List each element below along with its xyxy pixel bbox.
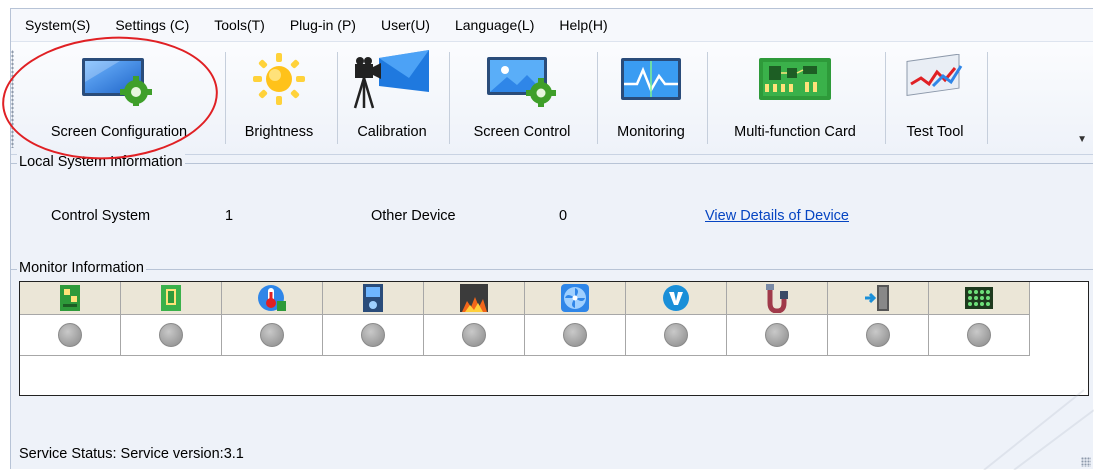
- monitor-col-header: [727, 282, 828, 314]
- menu-bar: System(S) Settings (C) Tools(T) Plug-in …: [11, 9, 1093, 42]
- status-indicator: [462, 323, 486, 347]
- toolbar-separator: [885, 52, 886, 144]
- test-tool-icon: [906, 54, 963, 97]
- monitor-col-header: [929, 282, 1030, 314]
- control-system-value: 1: [225, 208, 234, 224]
- temperature-icon: [258, 285, 286, 311]
- status-indicator: [58, 323, 82, 347]
- status-indicator: [563, 323, 587, 347]
- monitor-table: [19, 281, 1089, 396]
- monitor-status-cell: [525, 315, 626, 355]
- menu-settings[interactable]: Settings (C): [101, 9, 200, 41]
- toolbar-separator: [337, 52, 338, 144]
- monitor-status-cell: [323, 315, 424, 355]
- menu-help[interactable]: Help(H): [545, 9, 618, 41]
- monitor-status-cell: [424, 315, 525, 355]
- module-grid-icon: [965, 287, 993, 309]
- monitor-col-header: [424, 282, 525, 314]
- monitoring-button[interactable]: Monitoring: [601, 48, 701, 148]
- monitor-col-header: [626, 282, 727, 314]
- monitor-col-header: [121, 282, 222, 314]
- screen-configuration-icon: [82, 58, 152, 106]
- main-window: System(S) Settings (C) Tools(T) Plug-in …: [10, 8, 1093, 469]
- monitor-col-header: [323, 282, 424, 314]
- screen-configuration-label: Screen Configuration: [50, 124, 188, 140]
- test-tool-button[interactable]: Test Tool: [889, 48, 981, 148]
- status-indicator: [765, 323, 789, 347]
- screen-control-icon: [487, 57, 556, 107]
- monitor-title: Monitor Information: [17, 260, 146, 276]
- monitor-status-cell: [828, 315, 929, 355]
- door-icon: [865, 285, 889, 311]
- control-system-label: Control System: [51, 208, 151, 224]
- monitor-status-cell: [626, 315, 727, 355]
- view-details-link[interactable]: View Details of Device: [705, 208, 849, 224]
- monitoring-label: Monitoring: [617, 124, 685, 140]
- test-tool-label: Test Tool: [906, 124, 964, 140]
- status-indicator: [159, 323, 183, 347]
- fan-icon: [561, 284, 589, 312]
- toolbar-separator: [597, 52, 598, 144]
- calibration-button[interactable]: Calibration: [341, 48, 443, 148]
- brightness-label: Brightness: [244, 124, 314, 140]
- status-indicator: [967, 323, 991, 347]
- status-indicator: [664, 323, 688, 347]
- multi-function-card-label: Multi-function Card: [734, 124, 856, 140]
- multi-function-card-button[interactable]: Multi-function Card: [711, 48, 879, 148]
- monitor-status-cell: [929, 315, 1030, 355]
- service-status: Service Status: Service version:3.1: [19, 446, 244, 462]
- toolbar: Screen Configuration Brightness Calibrat…: [11, 42, 1093, 155]
- smoke-icon: [460, 284, 488, 312]
- menu-plugin[interactable]: Plug-in (P): [276, 9, 367, 41]
- menu-tools[interactable]: Tools(T): [200, 9, 276, 41]
- receiving-card-icon: [60, 285, 80, 311]
- calibration-label: Calibration: [357, 124, 427, 140]
- other-device-label: Other Device: [371, 208, 456, 224]
- status-indicator: [260, 323, 284, 347]
- monitor-status-cell: [121, 315, 222, 355]
- menu-language[interactable]: Language(L): [441, 9, 545, 41]
- screen-control-button[interactable]: Screen Control: [453, 48, 591, 148]
- multi-function-card-icon: [759, 58, 831, 100]
- cable-icon: [766, 284, 788, 313]
- toolbar-separator: [225, 52, 226, 144]
- monitor-status-row: [20, 315, 1030, 356]
- toolbar-separator: [449, 52, 450, 144]
- monitoring-icon: [621, 58, 681, 100]
- monitor-status-cell: [20, 315, 121, 355]
- monitor-status-cell: [222, 315, 323, 355]
- control-card-icon: [363, 284, 383, 312]
- toolbar-separator: [707, 52, 708, 144]
- monitor-header-row: [20, 282, 1030, 315]
- module-card-icon: [161, 285, 181, 311]
- toolbar-overflow-icon[interactable]: ▼: [1077, 134, 1087, 145]
- monitor-status-cell: [727, 315, 828, 355]
- monitor-col-header: [222, 282, 323, 314]
- monitor-col-header: [828, 282, 929, 314]
- menu-system[interactable]: System(S): [11, 9, 101, 41]
- brightness-button[interactable]: Brightness: [229, 48, 329, 148]
- monitor-col-header: [525, 282, 626, 314]
- status-indicator: [866, 323, 890, 347]
- monitor-col-header: [20, 282, 121, 314]
- calibration-icon: [353, 50, 429, 109]
- other-device-value: 0: [559, 208, 568, 224]
- voltage-icon: [663, 285, 689, 311]
- menu-user[interactable]: User(U): [367, 9, 441, 41]
- local-system-group: Local System Information Control System …: [11, 154, 1093, 252]
- toolbar-grip[interactable]: [11, 50, 14, 148]
- toolbar-separator: [987, 52, 988, 144]
- local-system-title: Local System Information: [17, 154, 185, 170]
- status-indicator: [361, 323, 385, 347]
- resize-grip[interactable]: [1081, 457, 1091, 467]
- screen-control-label: Screen Control: [473, 124, 571, 140]
- brightness-icon: [253, 53, 305, 105]
- screen-configuration-button[interactable]: Screen Configuration: [31, 48, 207, 148]
